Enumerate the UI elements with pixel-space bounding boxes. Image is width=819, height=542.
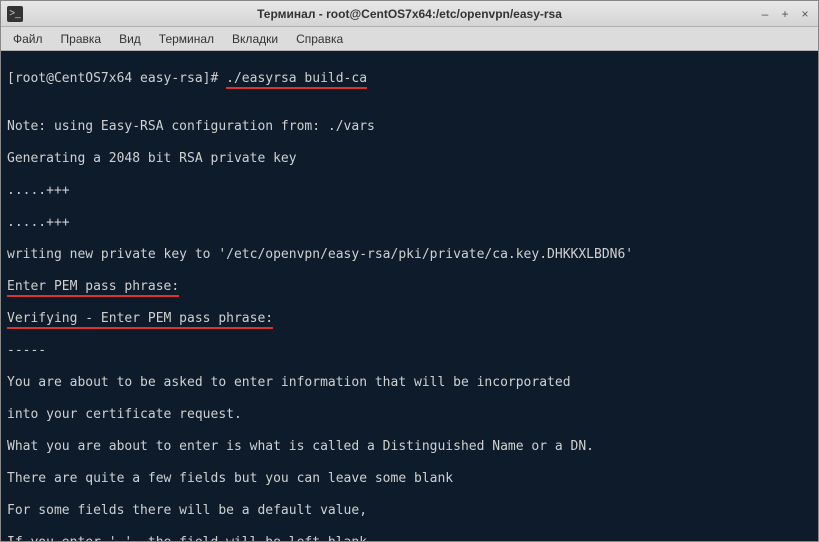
titlebar: >_ Терминал - root@CentOS7x64:/etc/openv…: [1, 1, 818, 27]
output-line: -----: [7, 343, 812, 359]
output-line: What you are about to enter is what is c…: [7, 439, 812, 455]
window-controls: – + ×: [758, 7, 812, 21]
menu-file[interactable]: Файл: [5, 29, 51, 49]
output-line: Note: using Easy-RSA configuration from:…: [7, 119, 812, 135]
menu-tabs[interactable]: Вкладки: [224, 29, 286, 49]
output-line: .....+++: [7, 183, 812, 199]
shell-prompt: [root@CentOS7x64 easy-rsa]#: [7, 71, 226, 86]
menu-help[interactable]: Справка: [288, 29, 351, 49]
output-line: There are quite a few fields but you can…: [7, 471, 812, 487]
command-build-ca: ./easyrsa build-ca: [226, 71, 367, 89]
minimize-button[interactable]: –: [758, 7, 772, 21]
output-line: into your certificate request.: [7, 407, 812, 423]
terminal-app-icon: >_: [7, 6, 23, 22]
output-line: writing new private key to '/etc/openvpn…: [7, 247, 812, 263]
window-title: Терминал - root@CentOS7x64:/etc/openvpn/…: [7, 7, 812, 21]
output-line: .....+++: [7, 215, 812, 231]
output-line: You are about to be asked to enter infor…: [7, 375, 812, 391]
terminal-output[interactable]: [root@CentOS7x64 easy-rsa]# ./easyrsa bu…: [1, 51, 818, 541]
output-line: For some fields there will be a default …: [7, 503, 812, 519]
output-verify-pass: Verifying - Enter PEM pass phrase:: [7, 311, 273, 329]
output-enter-pass: Enter PEM pass phrase:: [7, 279, 179, 297]
menu-view[interactable]: Вид: [111, 29, 149, 49]
menu-edit[interactable]: Правка: [53, 29, 110, 49]
output-line: Generating a 2048 bit RSA private key: [7, 151, 812, 167]
menubar: Файл Правка Вид Терминал Вкладки Справка: [1, 27, 818, 51]
menu-terminal[interactable]: Терминал: [151, 29, 222, 49]
close-button[interactable]: ×: [798, 7, 812, 21]
output-line: If you enter '.', the field will be left…: [7, 535, 812, 541]
maximize-button[interactable]: +: [778, 7, 792, 21]
terminal-window: >_ Терминал - root@CentOS7x64:/etc/openv…: [0, 0, 819, 542]
